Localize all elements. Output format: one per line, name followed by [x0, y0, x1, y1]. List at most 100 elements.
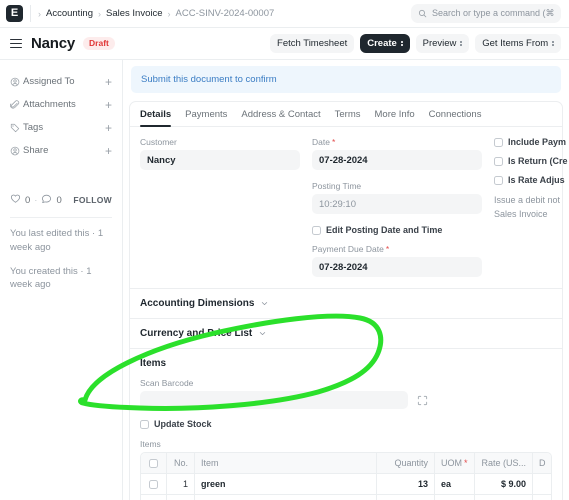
app-logo-icon[interactable]: E [6, 5, 23, 22]
cell-rate[interactable]: $ 9.00 [475, 474, 533, 494]
chevron-down-icon [258, 329, 267, 338]
form-fields: Customer Nancy Date * 07-28-2024 Posting… [130, 127, 568, 288]
tab-bar: Details Payments Address & Contact Terms… [130, 102, 562, 127]
tab-address-contact[interactable]: Address & Contact [241, 109, 320, 126]
follow-button[interactable]: FOLLOW [73, 195, 112, 205]
created-meta: You created this · 1 week ago [10, 265, 92, 291]
sidebar-label-share: Share [23, 145, 49, 156]
is-return-row[interactable]: Is Return (Cre [494, 156, 568, 166]
date-field-group: Date * 07-28-2024 [312, 137, 482, 170]
customer-input[interactable]: Nancy [140, 150, 300, 170]
sidebar-stats: 0 · 0 FOLLOW [10, 190, 112, 210]
row-select-cell[interactable] [141, 495, 167, 500]
sidebar-label-assigned-to: Assigned To [23, 76, 75, 87]
date-input[interactable]: 07-28-2024 [312, 150, 482, 170]
select-all-checkbox[interactable] [149, 458, 158, 468]
scan-barcode-wrapper [140, 391, 427, 409]
cell-uom[interactable]: x10 [435, 495, 475, 500]
like-count: 0 [25, 194, 31, 206]
sidebar-label-tags: Tags [23, 122, 44, 133]
add-assignment-button[interactable]: + [105, 76, 112, 88]
chevron-down-icon [460, 40, 463, 47]
breadcrumb: › Accounting › Sales Invoice › ACC-SINV-… [38, 8, 274, 19]
form-column-right: Include Paym Is Return (Cre Is Rate Adju… [494, 137, 568, 288]
sidebar-item-share[interactable]: Share + [10, 139, 112, 162]
update-stock-label: Update Stock [154, 419, 212, 429]
row-select-cell[interactable] [141, 474, 167, 494]
select-all-cell[interactable] [141, 453, 167, 473]
required-marker: * [385, 244, 390, 254]
cell-no: 2 [167, 495, 195, 500]
required-marker: * [464, 458, 468, 468]
create-button[interactable]: Create [360, 34, 410, 53]
sidebar-toggle-icon[interactable] [10, 38, 22, 49]
update-stock-checkbox[interactable] [140, 419, 149, 429]
tab-details[interactable]: Details [140, 109, 172, 127]
chevron-down-icon [260, 299, 269, 308]
column-header-quantity: Quantity [377, 453, 435, 473]
cell-uom[interactable]: ea [435, 474, 475, 494]
fetch-timesheet-button[interactable]: Fetch Timesheet [270, 34, 355, 53]
cell-quantity[interactable]: 1 [377, 495, 435, 500]
edit-posting-checkbox-row[interactable]: Edit Posting Date and Time [312, 225, 482, 235]
include-payment-checkbox[interactable] [494, 137, 503, 147]
is-return-label: Is Return (Cre [508, 156, 568, 166]
cell-d[interactable] [533, 495, 551, 500]
cell-quantity[interactable]: 13 [377, 474, 435, 494]
sidebar-item-tags[interactable]: Tags + [10, 116, 112, 139]
preview-button[interactable]: Preview [415, 34, 470, 53]
tab-more-info[interactable]: More Info [375, 109, 415, 126]
cell-rate[interactable]: $ 25.00 [475, 495, 533, 500]
is-return-help-line-2: Sales Invoice [494, 208, 548, 219]
attachments-icon [10, 99, 23, 110]
add-attachment-button[interactable]: + [105, 99, 112, 111]
get-items-from-button[interactable]: Get Items From [475, 34, 561, 53]
cell-d[interactable] [533, 474, 551, 494]
payment-due-field-group: Payment Due Date * 07-28-2024 [312, 244, 482, 277]
comment-icon[interactable] [41, 193, 52, 207]
tab-terms[interactable]: Terms [335, 109, 361, 126]
tab-connections[interactable]: Connections [429, 109, 482, 126]
add-share-button[interactable]: + [105, 145, 112, 157]
scan-barcode-input[interactable] [140, 391, 408, 409]
column-header-rate: Rate (US... [475, 453, 533, 473]
include-payment-row[interactable]: Include Paym [494, 137, 566, 147]
breadcrumb-item-document-id[interactable]: ACC-SINV-2024-00007 [176, 8, 275, 19]
breadcrumb-item-accounting[interactable]: Accounting [46, 8, 93, 19]
barcode-scanner-icon[interactable] [412, 390, 432, 410]
section-accounting-dimensions[interactable]: Accounting Dimensions [130, 288, 562, 318]
is-return-checkbox[interactable] [494, 156, 503, 166]
payment-due-input[interactable]: 07-28-2024 [312, 257, 482, 277]
is-rate-adjustment-checkbox[interactable] [494, 175, 503, 185]
cell-item[interactable]: red [195, 495, 377, 500]
form-column-left: Customer Nancy [140, 137, 300, 288]
tab-payments[interactable]: Payments [185, 109, 227, 126]
share-icon [10, 146, 23, 156]
is-rate-adjustment-label: Is Rate Adjus [508, 175, 565, 185]
main-panel: Submit this document to confirm Details … [122, 60, 569, 500]
row-checkbox[interactable] [149, 479, 158, 489]
update-stock-row[interactable]: Update Stock [140, 419, 552, 429]
table-row[interactable]: 1 green 13 ea $ 9.00 [141, 474, 551, 495]
edit-posting-checkbox[interactable] [312, 225, 321, 235]
page-body: Assigned To + Attachments + Tags + Share… [0, 60, 569, 500]
sidebar-divider [10, 217, 112, 218]
search-input[interactable]: Search or type a command (⌘ [411, 4, 561, 23]
posting-time-input[interactable]: 10:29:10 [312, 194, 482, 214]
like-icon[interactable] [10, 193, 21, 207]
add-tag-button[interactable]: + [105, 122, 112, 134]
date-label: Date * [312, 137, 482, 147]
section-currency-price-list[interactable]: Currency and Price List [130, 318, 562, 348]
get-items-from-label: Get Items From [482, 38, 549, 49]
sidebar-item-assigned-to[interactable]: Assigned To + [10, 70, 112, 93]
is-rate-adjustment-row[interactable]: Is Rate Adjus [494, 175, 565, 185]
items-section-heading: Items [140, 358, 167, 369]
breadcrumb-item-sales-invoice[interactable]: Sales Invoice [106, 8, 163, 19]
payment-due-label-text: Payment Due Date [312, 244, 384, 254]
top-navbar: E › Accounting › Sales Invoice › ACC-SIN… [0, 0, 569, 28]
cell-item[interactable]: green [195, 474, 377, 494]
items-table: No. Item Quantity UOM * Rate (US... D 1 … [140, 452, 552, 500]
sidebar-item-attachments[interactable]: Attachments + [10, 93, 112, 116]
table-row[interactable]: 2 red 1 x10 $ 25.00 [141, 495, 551, 500]
